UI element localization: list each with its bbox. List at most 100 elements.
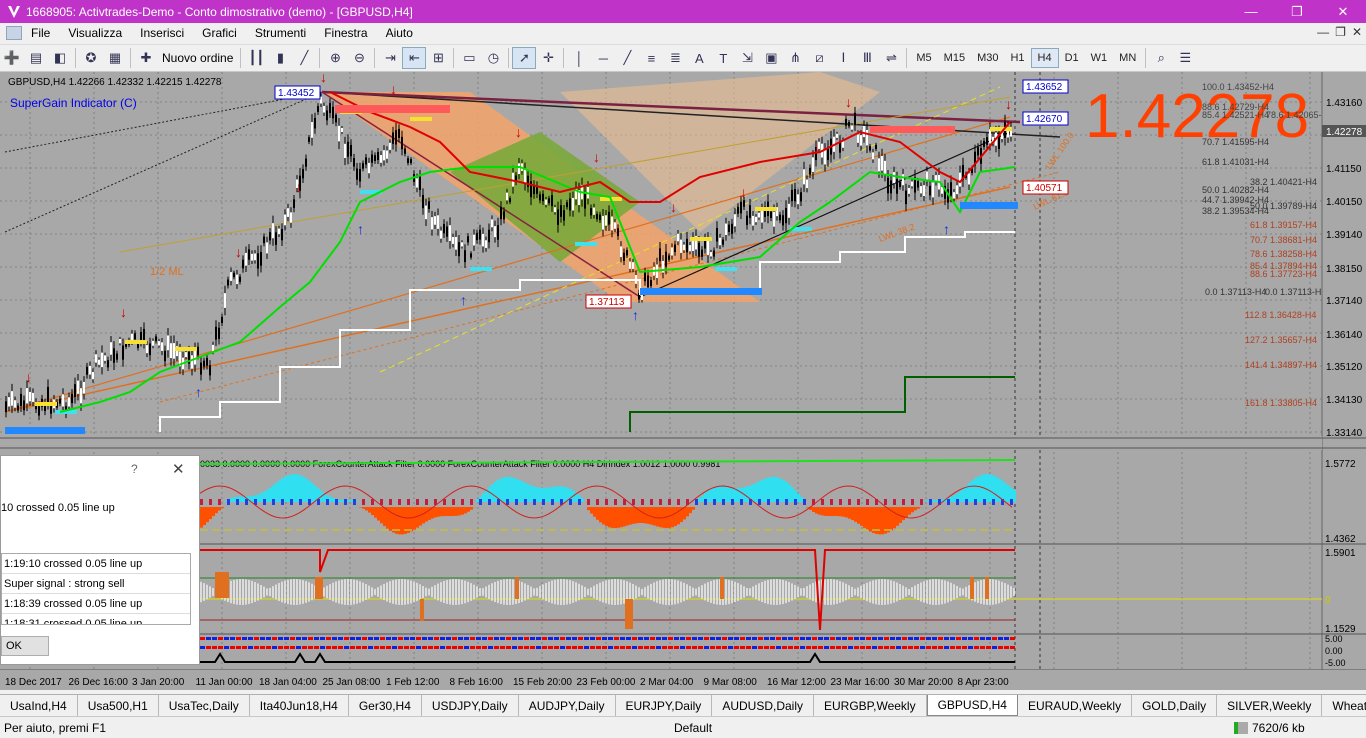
histogram-bar <box>869 581 871 603</box>
candle-body <box>986 137 988 145</box>
label-icon[interactable]: T <box>711 47 735 69</box>
search-icon[interactable]: ⌕ <box>1149 47 1173 69</box>
new-chart-icon[interactable]: ➕ <box>0 47 24 69</box>
chart-tab[interactable]: EURAUD,Weekly <box>1018 695 1133 716</box>
alert-close-button[interactable]: ✕ <box>172 460 185 478</box>
menu-insert[interactable]: Inserisci <box>131 26 193 40</box>
timeframe-d1[interactable]: D1 <box>1059 48 1085 68</box>
trendline-icon[interactable]: ╱ <box>615 47 639 69</box>
histogram-bar <box>341 579 343 605</box>
gann-icon[interactable]: ▣ <box>759 47 783 69</box>
line-chart-icon[interactable]: ╱ <box>292 47 316 69</box>
mdi-close-button[interactable]: ✕ <box>1352 25 1362 39</box>
help-button[interactable]: ? <box>131 462 138 476</box>
chart-tab[interactable]: WheatM <box>1322 695 1366 716</box>
chart-tab[interactable]: AUDJPY,Daily <box>519 695 616 716</box>
ok-button[interactable]: OK <box>1 636 49 656</box>
vertical-line-icon[interactable]: │ <box>567 47 591 69</box>
alert-list-item[interactable]: Super signal : strong sell <box>2 574 190 594</box>
market-watch-icon[interactable]: ◧ <box>48 47 72 69</box>
timeframe-m5[interactable]: M5 <box>910 48 937 68</box>
close-button[interactable]: ✕ <box>1320 0 1366 23</box>
tile-windows-icon[interactable]: ⊞ <box>426 47 450 69</box>
signal-dot <box>644 637 649 640</box>
chart-tab-selected[interactable]: GBPUSD,H4 <box>926 695 1018 716</box>
profiles-icon[interactable]: ▤ <box>24 47 48 69</box>
histogram-bar <box>260 584 262 600</box>
indicators-icon[interactable]: ▭ <box>457 47 481 69</box>
menu-window[interactable]: Finestra <box>315 26 376 40</box>
autoscroll-icon[interactable]: ⇥ <box>378 47 402 69</box>
signal-dot <box>566 637 571 640</box>
bar-chart-icon[interactable]: ┃┃ <box>244 47 268 69</box>
chart-tab[interactable]: EURJPY,Daily <box>616 695 713 716</box>
chart-tab[interactable]: UsaInd,H4 <box>0 695 78 716</box>
histogram-bar <box>647 585 649 599</box>
menu-file[interactable]: File <box>22 26 59 40</box>
new-order-icon[interactable]: ✚ <box>134 47 158 69</box>
data-window-icon[interactable]: ▦ <box>103 47 127 69</box>
channel-icon[interactable]: ≡ <box>639 47 663 69</box>
regression-icon[interactable]: ⧄ <box>807 47 831 69</box>
signal-dot <box>668 646 673 649</box>
chart-tab[interactable]: USDJPY,Daily <box>422 695 519 716</box>
horizontal-line-icon[interactable]: ─ <box>591 47 615 69</box>
periods-icon[interactable]: ◷ <box>481 47 505 69</box>
candle-body <box>899 182 901 188</box>
zoom-in-icon[interactable]: ⊕ <box>323 47 347 69</box>
chart-tab[interactable]: Usa500,H1 <box>78 695 159 716</box>
chart-shift-icon[interactable]: ⇤ <box>402 47 427 69</box>
chart-window[interactable]: ↓ ↓ ↓ ↓ ↓ ↓ ↓ ↓ ↓ ↓ ↓ ↓ ↓ ↑ ↑ ↑ ↑ ↑ GBPUSD,H4 1.42266 1.4… <box>0 69 1366 690</box>
crosshair-icon[interactable]: ✛ <box>536 47 560 69</box>
histogram-bar <box>974 478 977 502</box>
menu-help[interactable]: Aiuto <box>377 26 422 40</box>
menu-tools[interactable]: Strumenti <box>246 26 315 40</box>
elliott-icon[interactable]: Ⅰ <box>831 47 855 69</box>
mdi-restore-button[interactable]: ❐ <box>1335 25 1346 39</box>
candle-body <box>479 229 481 240</box>
alert-list-item[interactable]: 1:18:31 crossed 0.05 line up <box>2 614 190 624</box>
timeframe-m15[interactable]: M15 <box>938 48 971 68</box>
chart-tab[interactable]: EURGBP,Weekly <box>814 695 927 716</box>
cursor-icon[interactable]: ➚ <box>512 47 537 69</box>
timeframe-m30[interactable]: M30 <box>971 48 1004 68</box>
text-icon[interactable]: A <box>687 47 711 69</box>
candle-body <box>368 162 370 174</box>
menu-charts[interactable]: Grafici <box>193 26 246 40</box>
signal-dot <box>512 646 517 649</box>
histogram-bar <box>974 582 976 602</box>
signal-dot <box>584 637 589 640</box>
sell-arrow-icon: ↓ <box>593 149 600 165</box>
timeframe-h4[interactable]: H4 <box>1030 48 1059 68</box>
andrews-icon[interactable]: ⋔ <box>783 47 807 69</box>
signal-dot <box>860 637 865 640</box>
candlestick-icon[interactable]: ▮ <box>268 47 292 69</box>
chart-tab[interactable]: AUDUSD,Daily <box>712 695 814 716</box>
chart-tab[interactable]: Ger30,H4 <box>349 695 422 716</box>
timeframe-h1[interactable]: H1 <box>1004 48 1030 68</box>
timeframe-w1[interactable]: W1 <box>1085 48 1114 68</box>
zoom-out-icon[interactable]: ⊖ <box>347 47 371 69</box>
chart-tab[interactable]: Ita40Jun18,H4 <box>250 695 349 716</box>
alert-list-item[interactable]: 1:18:39 crossed 0.05 line up <box>2 594 190 614</box>
arrows-icon[interactable]: ⇲ <box>735 47 759 69</box>
alert-list-item[interactable]: 1:19:10 crossed 0.05 line up <box>2 554 190 574</box>
navigator-icon[interactable]: ✪ <box>79 47 103 69</box>
chat-icon[interactable]: ☰ <box>1173 47 1197 69</box>
restore-button[interactable]: ❐ <box>1274 0 1320 23</box>
histogram-bar <box>992 499 995 505</box>
chart-tab[interactable]: GOLD,Daily <box>1132 695 1218 716</box>
fib-extension-icon[interactable]: Ⅲ <box>855 47 879 69</box>
alert-list[interactable]: 1:19:10 crossed 0.05 line up Super signa… <box>1 553 191 625</box>
candle-body <box>953 192 955 199</box>
chart-tab[interactable]: UsaTec,Daily <box>159 695 250 716</box>
minimize-button[interactable]: — <box>1228 0 1274 23</box>
objects-dropdown-icon[interactable]: ⇌ <box>879 47 903 69</box>
price-chart[interactable]: ↓↓↓↓↓↓↓↓↓↓↓↓ ↓↑↑↑↑↑ GBPUSD,H4 1.42266 1.4… <box>0 69 1366 690</box>
new-order-button[interactable]: Nuovo ordine <box>158 51 237 65</box>
mdi-minimize-button[interactable]: — <box>1317 25 1329 39</box>
fibonacci-icon[interactable]: ≣ <box>663 47 687 69</box>
menu-view[interactable]: Visualizza <box>59 26 131 40</box>
chart-tab[interactable]: SILVER,Weekly <box>1217 695 1323 716</box>
timeframe-mn[interactable]: MN <box>1113 48 1142 68</box>
